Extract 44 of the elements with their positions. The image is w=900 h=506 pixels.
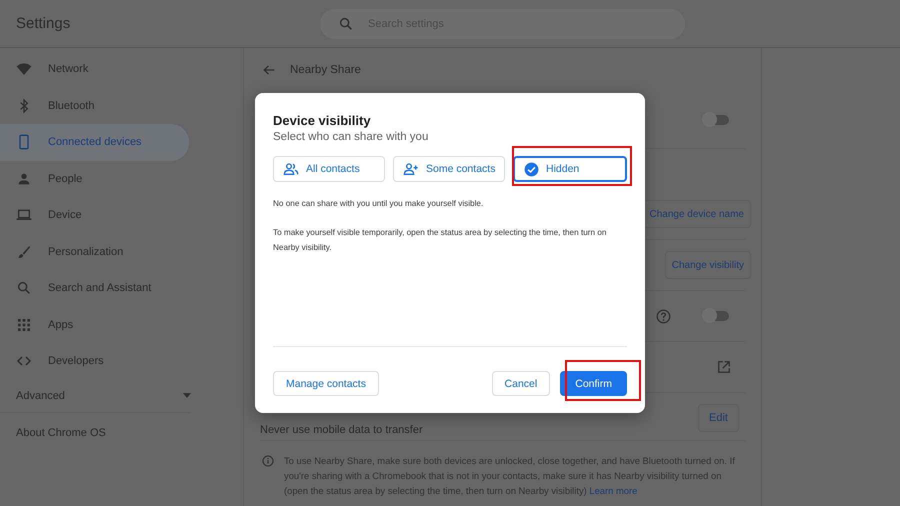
setting-label: Never use mobile data to transfer — [260, 424, 423, 436]
toggle-switch[interactable] — [705, 311, 729, 321]
sidebar-item[interactable]: Connected devices — [0, 124, 189, 160]
brush-icon — [16, 244, 32, 260]
sidebar-item[interactable]: People — [0, 160, 189, 197]
dialog-note: No one can share with you until you make yourself visible. — [273, 198, 484, 210]
external-link-icon[interactable] — [717, 360, 731, 374]
toggle-switch[interactable] — [705, 115, 729, 125]
caret-icon — [183, 393, 191, 398]
visibility-option[interactable]: All contacts — [273, 156, 385, 182]
sidebar-item[interactable]: Apps — [0, 306, 189, 343]
action-button[interactable]: Change visibility — [664, 251, 751, 279]
manage-contacts-button[interactable]: Manage contacts — [273, 371, 379, 396]
sidebar-item[interactable]: Device — [0, 197, 189, 234]
visibility-option[interactable]: Some contacts — [393, 156, 505, 182]
sidebar-item[interactable]: Search and Assistant — [0, 270, 189, 306]
visibility-option[interactable]: Hidden — [513, 156, 627, 182]
sidebar-item[interactable]: Personalization — [0, 234, 189, 270]
edit-button[interactable]: Edit — [698, 404, 739, 432]
learn-more-link[interactable]: Learn more — [589, 485, 638, 496]
advanced-section[interactable]: Advanced — [0, 380, 191, 412]
wifi-icon — [16, 61, 32, 78]
info-icon — [262, 455, 274, 467]
sidebar-item[interactable]: Network — [0, 51, 189, 88]
sidebar-item[interactable]: Bluetooth — [0, 88, 189, 124]
sidebar-item[interactable]: About Chrome OS — [0, 422, 243, 438]
person-icon — [16, 170, 32, 187]
sidebar-item[interactable]: Developers — [0, 343, 189, 380]
help-icon[interactable] — [656, 308, 671, 324]
confirm-button[interactable]: Confirm — [560, 371, 627, 396]
grid-icon — [16, 316, 32, 333]
action-button[interactable]: Change device name — [642, 200, 751, 228]
add-person-icon — [403, 161, 419, 177]
search-icon — [338, 16, 354, 32]
search-icon — [16, 280, 32, 296]
page-title: Nearby Share — [290, 64, 361, 76]
cancel-button[interactable]: Cancel — [492, 371, 550, 396]
dialog-title: Device visibility — [273, 113, 372, 128]
back-arrow-icon[interactable] — [262, 63, 276, 77]
app-title: Settings — [15, 15, 72, 32]
dialog-note: To make yourself visible temporarily, open the status area by selecting the time, then turn on Nearby visibility. — [273, 227, 608, 254]
dialog-subtitle: Select who can share with you — [273, 131, 430, 143]
people-icon — [283, 161, 299, 177]
check-circle-icon — [524, 162, 539, 176]
